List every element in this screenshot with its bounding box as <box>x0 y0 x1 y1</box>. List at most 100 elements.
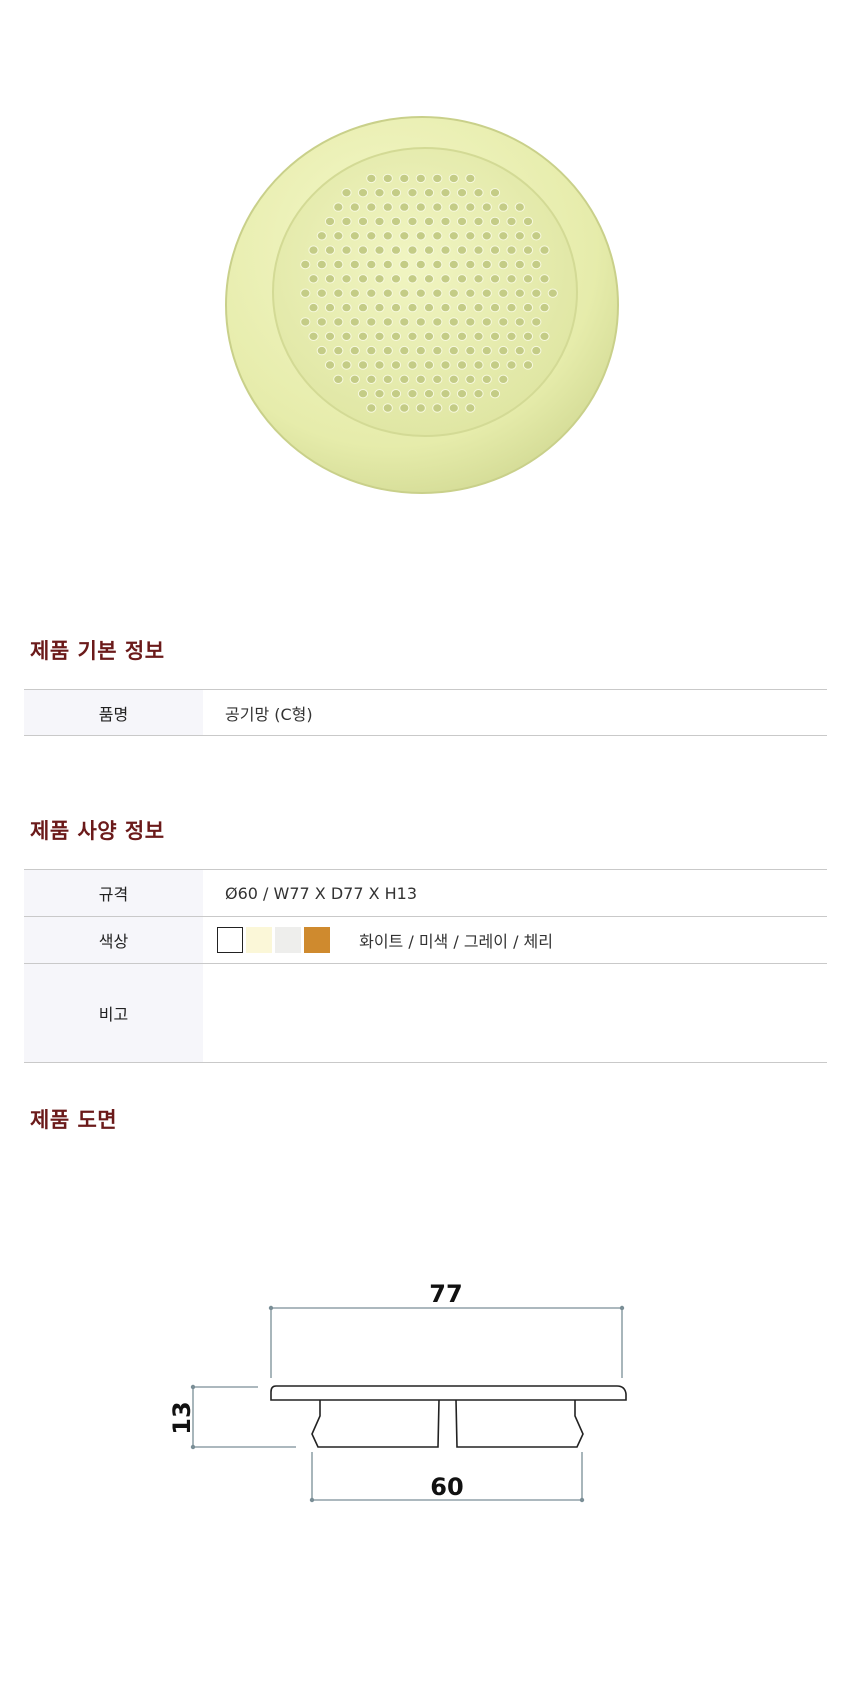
vent-hole <box>390 302 402 313</box>
vent-hole <box>374 331 385 341</box>
vent-hole <box>357 389 369 399</box>
vent-hole <box>423 302 435 313</box>
color-swatches <box>217 927 330 953</box>
color-swatch-ivory <box>246 927 272 953</box>
vent-hole <box>448 231 459 241</box>
vent-hole <box>514 288 525 298</box>
vent-hole <box>407 188 418 198</box>
vent-hole <box>489 389 501 399</box>
vent-hole <box>308 245 319 255</box>
vent-hole <box>432 173 443 184</box>
vent-hole <box>399 288 410 298</box>
vent-hole <box>415 403 426 413</box>
vent-hole <box>456 216 468 227</box>
vent-hole <box>465 173 476 184</box>
technical-drawing: 77 13 60 <box>168 1280 627 1503</box>
vent-hole <box>456 360 468 370</box>
vent-cross-section <box>270 1385 627 1448</box>
vent-hole <box>399 231 410 241</box>
vent-hole <box>333 345 344 356</box>
vent-hole <box>440 188 451 198</box>
vent-hole <box>357 245 369 255</box>
vent-hole <box>324 245 336 255</box>
vent-hole <box>448 374 459 384</box>
vent-hole <box>465 231 476 241</box>
vent-hole <box>382 231 393 241</box>
vent-hole <box>531 345 542 356</box>
vent-hole <box>522 331 534 341</box>
vent-hole <box>390 360 402 370</box>
vent-hole <box>308 274 319 284</box>
vent-hole <box>432 317 443 327</box>
vent-hole <box>341 274 352 284</box>
vent-hole <box>473 302 484 313</box>
vent-hole <box>473 245 484 255</box>
product-name-label: 품명 <box>24 689 203 736</box>
vent-hole <box>407 389 418 399</box>
vent-hole <box>357 331 369 341</box>
color-label: 색상 <box>24 916 203 964</box>
vent-hole <box>456 331 468 341</box>
vent-hole <box>399 202 410 212</box>
vent-hole <box>333 317 344 327</box>
vent-hole <box>489 188 501 198</box>
size-label: 규격 <box>24 869 203 917</box>
vent-hole <box>366 374 377 384</box>
vent-hole <box>465 202 476 212</box>
vent-hole <box>382 202 393 212</box>
vent-hole <box>448 317 459 327</box>
vent-hole <box>399 345 410 356</box>
vent-hole <box>498 231 509 241</box>
vent-hole <box>506 245 517 255</box>
vent-hole <box>432 259 443 270</box>
vent-hole <box>333 259 344 270</box>
vent-hole <box>432 202 443 212</box>
vent-hole <box>333 231 344 241</box>
vent-hole <box>432 374 443 384</box>
vent-hole <box>514 202 525 212</box>
vent-hole <box>341 331 352 341</box>
vent-hole <box>333 288 344 298</box>
vent-hole <box>489 245 501 255</box>
vent-hole <box>473 216 484 227</box>
vent-hole <box>390 216 402 227</box>
color-swatch-white <box>217 927 243 953</box>
vent-hole <box>366 259 377 270</box>
vent-hole <box>374 360 385 370</box>
vent-hole <box>308 302 319 313</box>
vent-hole <box>498 259 509 270</box>
vent-hole <box>539 274 550 284</box>
vent-hole <box>522 245 534 255</box>
vent-hole <box>349 374 360 384</box>
height-dimension-label: 13 <box>168 1401 196 1434</box>
vent-hole <box>489 274 501 284</box>
vent-hole <box>440 302 451 313</box>
vent-hole <box>498 317 509 327</box>
vent-hole <box>448 288 459 298</box>
vent-hole <box>349 202 360 212</box>
vent-hole <box>448 345 459 356</box>
vent-hole <box>382 288 393 298</box>
vent-hole <box>465 317 476 327</box>
vent-hole <box>399 374 410 384</box>
vent-hole <box>333 374 344 384</box>
vent-hole <box>324 216 336 227</box>
vent-hole <box>432 345 443 356</box>
vent-hole <box>399 317 410 327</box>
vent-hole <box>514 259 525 270</box>
vent-hole <box>456 302 468 313</box>
vent-hole <box>473 331 484 341</box>
vent-hole <box>465 288 476 298</box>
vent-hole <box>423 389 435 399</box>
vent-hole <box>415 231 426 241</box>
vent-hole <box>366 288 377 298</box>
vent-hole <box>440 360 451 370</box>
vent-hole <box>399 259 410 270</box>
vent-hole <box>440 245 451 255</box>
vent-hole <box>465 403 476 413</box>
color-value: 화이트 / 미색 / 그레이 / 체리 <box>203 916 827 964</box>
vent-hole <box>423 274 435 284</box>
vent-hole <box>366 173 377 184</box>
vent-hole <box>349 231 360 241</box>
vent-hole <box>407 216 418 227</box>
